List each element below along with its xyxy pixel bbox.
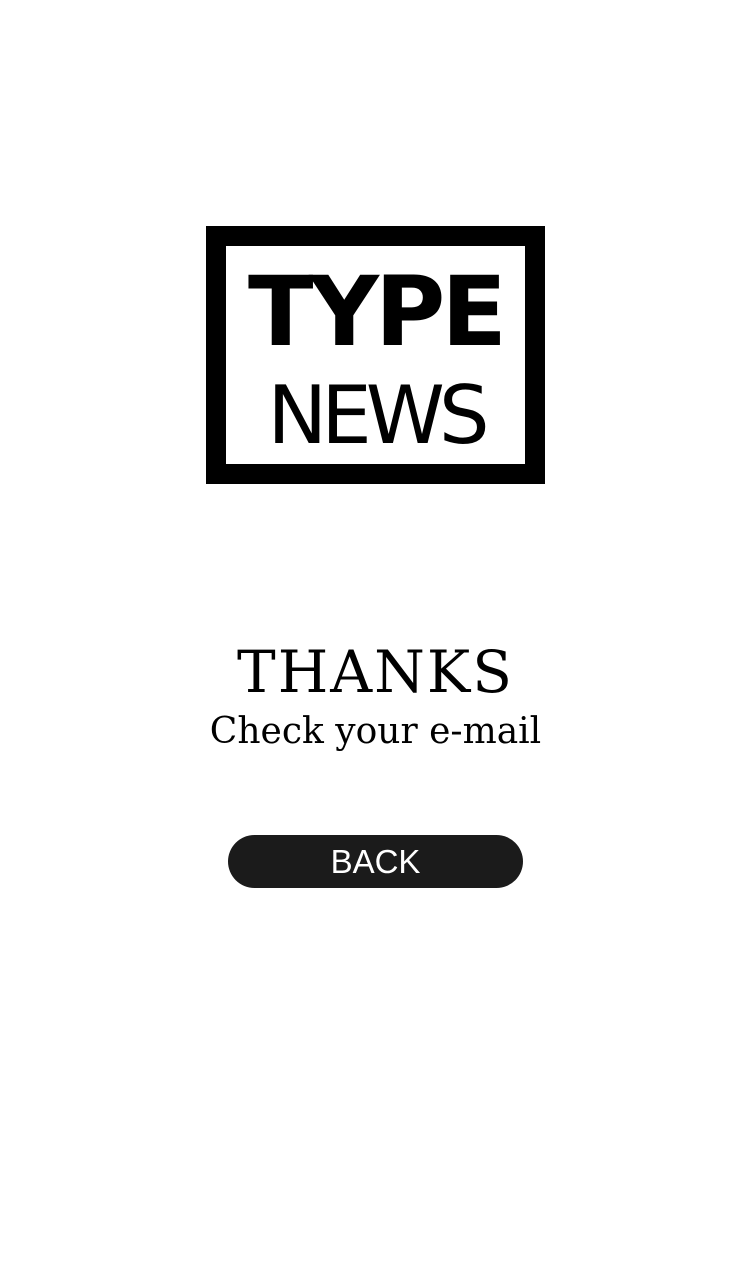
logo-text-news: NEWS [267,369,489,462]
back-button[interactable]: BACK [228,835,523,888]
check-email-message: Check your e-mail [209,711,542,752]
logo-text-type: TYPE [248,256,507,368]
thanks-heading: THANKS [237,638,514,706]
type-news-logo: TYPE NEWS [206,226,545,484]
